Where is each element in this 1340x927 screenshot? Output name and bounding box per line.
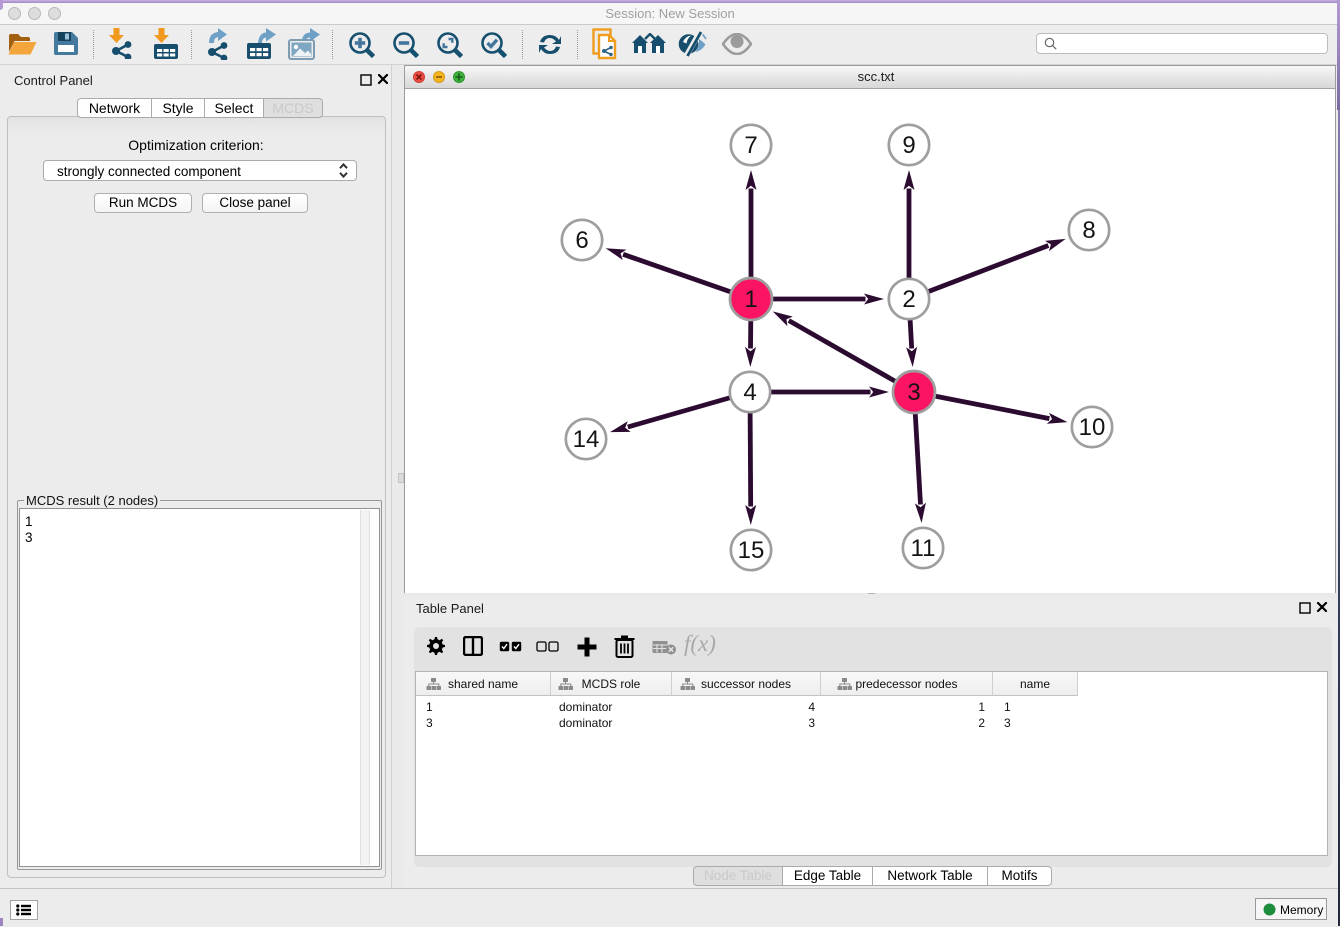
svg-text:4: 4 xyxy=(743,379,756,406)
svg-text:1: 1 xyxy=(744,286,757,313)
svg-text:8: 8 xyxy=(1082,217,1095,244)
svg-text:9: 9 xyxy=(902,132,915,159)
svg-text:6: 6 xyxy=(575,227,588,254)
svg-text:10: 10 xyxy=(1079,414,1106,441)
svg-text:15: 15 xyxy=(738,537,765,564)
svg-text:2: 2 xyxy=(902,286,915,313)
svg-text:7: 7 xyxy=(744,132,757,159)
svg-text:3: 3 xyxy=(907,379,920,406)
svg-text:11: 11 xyxy=(911,535,936,562)
svg-text:14: 14 xyxy=(573,426,600,453)
